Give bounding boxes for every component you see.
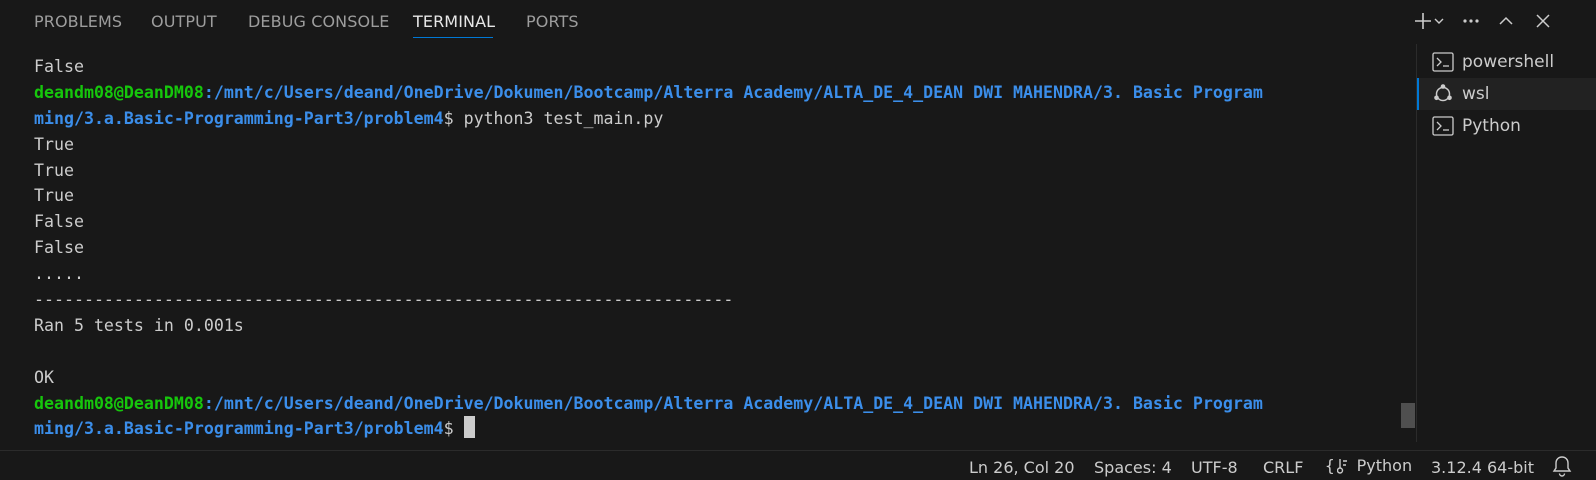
terminal-line: deandm08@DeanDM08:/mnt/c/Users/deand/One…	[34, 391, 1394, 417]
output-text: True	[34, 134, 74, 154]
language-status-icon	[1336, 458, 1347, 474]
prompt-user: deandm08@DeanDM08	[34, 82, 204, 102]
terminal-line: deandm08@DeanDM08:/mnt/c/Users/deand/One…	[34, 80, 1394, 106]
chevron-down-icon	[1434, 18, 1444, 24]
terminal-line: False	[34, 54, 1394, 80]
close-panel-button[interactable]	[1530, 8, 1556, 34]
terminal-item-label: powershell	[1462, 52, 1555, 72]
prompt-user: deandm08@DeanDM08	[34, 393, 204, 413]
terminal-line: .....	[34, 261, 1394, 287]
language-label: Python	[1356, 456, 1413, 475]
terminal-instances-list: powershell wsl Python	[1416, 44, 1596, 442]
terminal-line: False	[34, 235, 1394, 261]
language-mode[interactable]: { Python	[1325, 456, 1412, 475]
tab-problems[interactable]: PROBLEMS	[34, 12, 122, 31]
chevron-up-icon	[1499, 16, 1513, 25]
cursor-position[interactable]: Ln 26, Col 20	[969, 458, 1075, 477]
terminal-item-powershell[interactable]: powershell	[1417, 46, 1596, 78]
output-text: ----------------------------------------…	[34, 290, 734, 310]
terminal-line: Ran 5 tests in 0.001s	[34, 313, 1394, 339]
terminal-line: ming/3.a.Basic-Programming-Part3/problem…	[34, 106, 1394, 132]
indentation-setting[interactable]: Spaces: 4	[1094, 458, 1172, 477]
scrollbar-thumb[interactable]	[1401, 403, 1415, 428]
braces-icon: {	[1325, 456, 1335, 475]
output-text: .....	[34, 264, 84, 284]
file-encoding[interactable]: UTF-8	[1191, 458, 1238, 477]
terminal-line: True	[34, 183, 1394, 209]
ubuntu-icon	[1432, 83, 1458, 105]
more-actions-button[interactable]	[1458, 8, 1484, 34]
tab-terminal[interactable]: TERMINAL	[413, 12, 495, 31]
terminal-item-label: Python	[1462, 116, 1521, 136]
status-bar: Ln 26, Col 20 Spaces: 4 UTF-8 CRLF { Pyt…	[0, 450, 1596, 480]
panel-tab-bar: PROBLEMS OUTPUT DEBUG CONSOLE TERMINAL P…	[0, 0, 1596, 42]
output-text: False	[34, 57, 84, 76]
notifications-button[interactable]	[1552, 455, 1572, 480]
tab-ports[interactable]: PORTS	[526, 12, 579, 31]
terminal-dropdown-button[interactable]	[1430, 8, 1448, 34]
maximize-panel-button[interactable]	[1493, 8, 1519, 34]
active-tab-indicator	[413, 37, 493, 38]
output-text: False	[34, 238, 84, 258]
terminal-cursor	[463, 416, 475, 439]
output-text: False	[34, 212, 84, 232]
prompt-path: :/mnt/c/Users/deand/OneDrive/Dokumen/Boo…	[203, 82, 1263, 102]
bell-icon	[1552, 456, 1572, 477]
end-of-line[interactable]: CRLF	[1263, 458, 1303, 477]
output-text: True	[34, 160, 74, 180]
output-text: True	[34, 186, 74, 206]
terminal-line: True	[34, 132, 1394, 158]
output-text: Ran 5 tests in 0.001s	[34, 315, 244, 335]
tab-output[interactable]: OUTPUT	[151, 12, 217, 31]
prompt-path: ming/3.a.Basic-Programming-Part3/problem…	[34, 108, 444, 128]
tab-debug-console[interactable]: DEBUG CONSOLE	[248, 12, 389, 31]
terminal-icon	[1432, 52, 1458, 72]
prompt-path: ming/3.a.Basic-Programming-Part3/problem…	[34, 419, 444, 439]
prompt-command: $ python3 test_main.py	[443, 108, 664, 128]
terminal-icon	[1432, 116, 1458, 136]
terminal-line: ----------------------------------------…	[34, 287, 1394, 313]
prompt-command: $	[443, 419, 464, 439]
terminal-item-python[interactable]: Python	[1417, 110, 1596, 142]
terminal-scrollbar[interactable]	[1401, 44, 1415, 442]
terminal-line: ming/3.a.Basic-Programming-Part3/problem…	[34, 416, 1394, 442]
terminal-item-wsl[interactable]: wsl	[1417, 78, 1596, 110]
terminal-item-label: wsl	[1462, 84, 1490, 104]
python-interpreter[interactable]: 3.12.4 64-bit	[1431, 458, 1534, 477]
ellipsis-icon	[1463, 19, 1479, 23]
prompt-path: :/mnt/c/Users/deand/OneDrive/Dokumen/Boo…	[203, 393, 1263, 413]
terminal-output[interactable]: False deandm08@DeanDM08:/mnt/c/Users/dean…	[34, 54, 1394, 442]
close-icon	[1536, 14, 1550, 28]
terminal-line: True	[34, 158, 1394, 184]
output-text: OK	[34, 367, 54, 387]
terminal-line: OK	[34, 365, 1394, 391]
terminal-line: False	[34, 209, 1394, 235]
